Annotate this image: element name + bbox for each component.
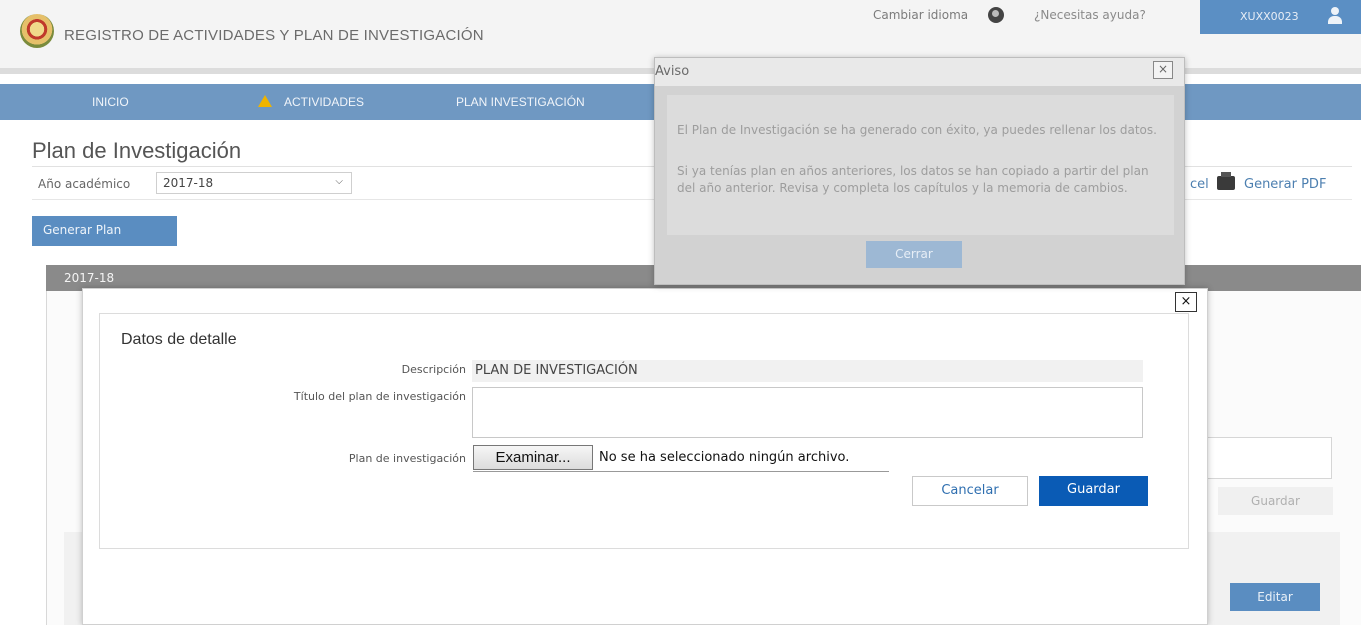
- year-label: Año académico: [38, 177, 131, 191]
- plan-title-input[interactable]: [472, 387, 1143, 438]
- nav-item-inicio[interactable]: INICIO: [92, 95, 129, 109]
- notice-message-copy: Si ya tenías plan en años anteriores, lo…: [677, 164, 1149, 195]
- file-input-underline: [473, 471, 889, 472]
- help-link[interactable]: ¿Necesitas ayuda?: [1034, 8, 1146, 22]
- user-icon[interactable]: [1328, 7, 1342, 25]
- browse-file-button[interactable]: Examinar...: [473, 445, 593, 470]
- description-value: PLAN DE INVESTIGACIÓN: [472, 360, 1143, 382]
- chevron-down-icon: ⌵: [335, 176, 343, 187]
- nav-item-actividades[interactable]: ACTIVIDADES: [284, 95, 364, 109]
- export-excel-link[interactable]: cel: [1190, 177, 1209, 192]
- detail-close-button[interactable]: ×: [1175, 292, 1197, 312]
- background-text-field[interactable]: [1190, 437, 1332, 479]
- background-save-button[interactable]: Guardar: [1218, 487, 1333, 515]
- cancel-button[interactable]: Cancelar: [912, 476, 1028, 506]
- plan-title-label: Título del plan de investigación: [293, 390, 466, 403]
- year-section-label: 2017-18: [64, 271, 115, 285]
- warning-icon: [258, 95, 272, 107]
- page-title: Plan de Investigación: [32, 138, 242, 163]
- notice-close-icon[interactable]: ×: [1153, 61, 1173, 79]
- app-title: REGISTRO DE ACTIVIDADES Y PLAN DE INVEST…: [64, 27, 484, 44]
- description-label: Descripción: [401, 363, 466, 376]
- notice-message-success: El Plan de Investigación se ha generado …: [677, 123, 1157, 137]
- academic-year-select[interactable]: 2017-18 ⌵: [156, 172, 352, 194]
- detail-heading: Datos de detalle: [121, 331, 237, 348]
- notice-dialog-header: [655, 58, 1184, 86]
- plan-file-label: Plan de investigación: [348, 452, 466, 465]
- user-name[interactable]: XUXX0023: [1240, 10, 1299, 23]
- file-status-text: No se ha seleccionado ningún archivo.: [599, 450, 850, 465]
- nav-item-plan-investigacion[interactable]: PLAN INVESTIGACIÓN: [456, 95, 585, 109]
- notice-close-button[interactable]: Cerrar: [866, 241, 962, 268]
- generate-pdf-link[interactable]: Generar PDF: [1244, 177, 1326, 192]
- printer-icon[interactable]: [1217, 172, 1235, 190]
- change-language-link[interactable]: Cambiar idioma: [873, 8, 968, 22]
- notice-dialog-title: Aviso: [655, 64, 690, 79]
- university-logo-icon: [20, 14, 54, 48]
- academic-year-value: 2017-18: [163, 176, 214, 190]
- save-button[interactable]: Guardar: [1039, 476, 1148, 506]
- edit-button[interactable]: Editar: [1230, 583, 1320, 611]
- globe-icon[interactable]: [988, 7, 1004, 23]
- generate-plan-button[interactable]: Generar Plan: [32, 216, 177, 246]
